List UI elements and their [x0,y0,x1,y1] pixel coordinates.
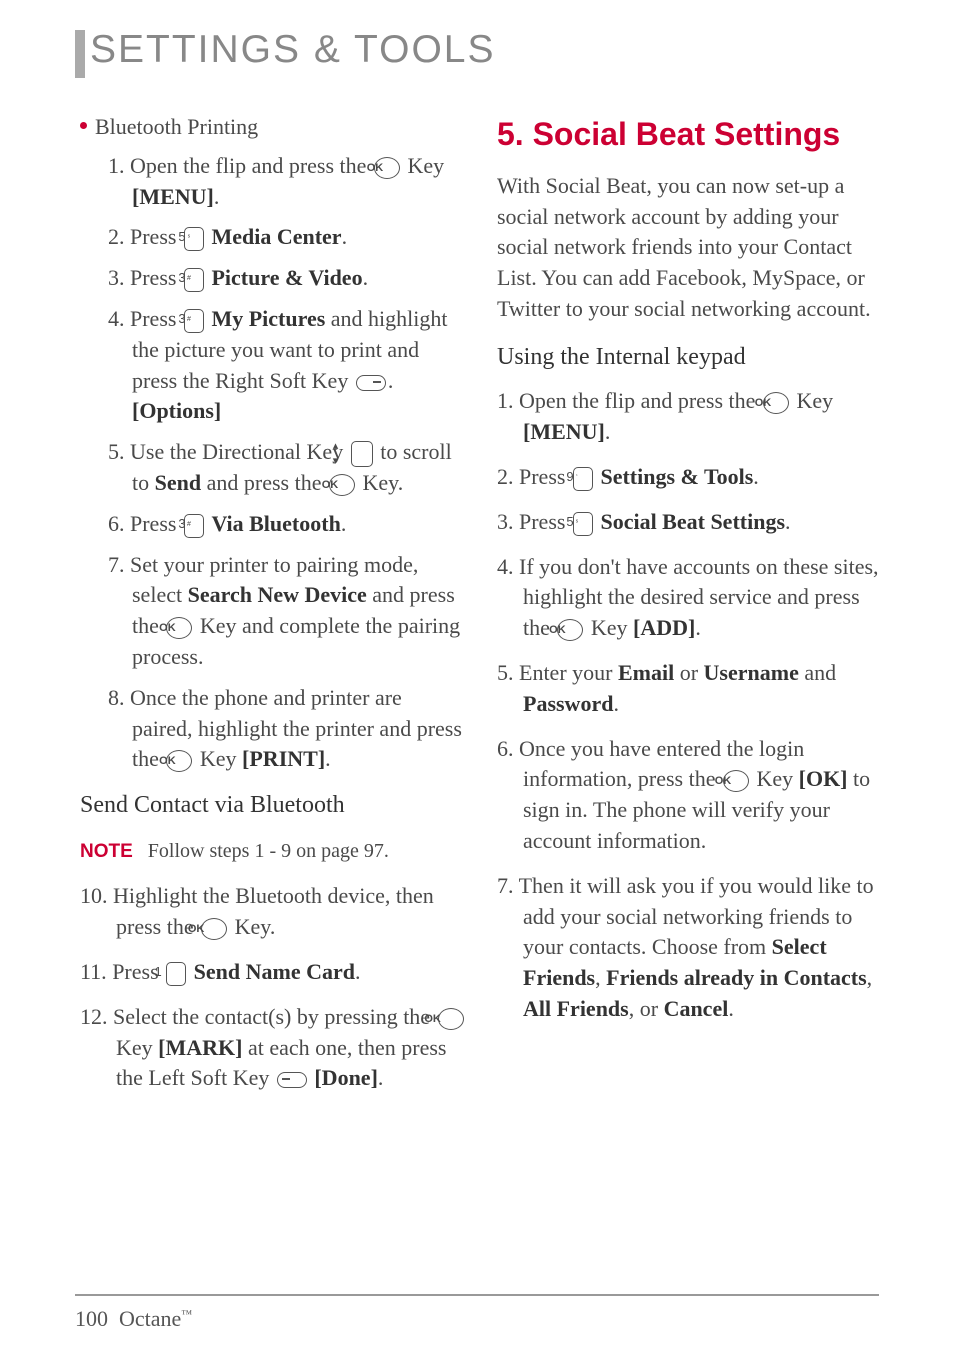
ok-key-icon: OK [557,619,583,641]
step-item: 6. Once you have entered the login infor… [497,734,884,857]
ok-key-icon: OK [166,617,192,639]
footer: 100 Octane™ [75,1306,192,1332]
page-number: 100 [75,1306,108,1331]
subhead-send-contact: Send Contact via Bluetooth [80,789,467,823]
bullet-bluetooth-printing: Bluetooth Printing [80,112,467,143]
step-number: 3. [108,265,130,290]
content-columns: Bluetooth Printing 1. Open the flip and … [70,112,884,1108]
keypad-1-icon: 1 [166,962,186,986]
keypad-3-icon: 3# [184,309,204,333]
step-number: 5. [497,660,519,685]
step-number: 10. [80,883,113,908]
step-number: 7. [497,873,519,898]
step-item: 4. If you don't have accounts on these s… [497,552,884,644]
step-number: 6. [108,511,130,536]
trademark-icon: ™ [181,1309,192,1321]
ok-key-icon: OK [763,392,789,414]
step-item: 8. Once the phone and printer are paired… [108,683,467,775]
left-steps2-list: 10. Highlight the Bluetooth device, then… [80,881,467,1094]
step-item: 3. Press 3# Picture & Video. [108,263,467,294]
ok-key-icon: OK [166,750,192,772]
note-label: NOTE [80,841,133,862]
step-item: 2. Press 9‘ Settings & Tools. [497,462,884,493]
step-number: 4. [497,554,519,579]
step-item: 2. Press 5ˢ Media Center. [108,222,467,253]
step-item: 1. Open the flip and press the OK Key [M… [497,386,884,448]
page-title: SETTINGS & TOOLS [90,28,884,72]
ok-key-icon: OK [201,918,227,940]
step-number: 8. [108,685,130,710]
step-number: 1. [108,153,130,178]
bullet-title: Bluetooth Printing [95,112,258,143]
header-accent-bar [75,30,85,78]
bullet-dot-icon [80,122,87,129]
right-steps-list: 1. Open the flip and press the OK Key [M… [497,386,884,1024]
step-item: 6. Press 3# Via Bluetooth. [108,509,467,540]
step-item: 11. Press 1 Send Name Card. [80,957,467,988]
step-number: 11. [80,959,112,984]
step-number: 7. [108,552,130,577]
step-item: 4. Press 3# My Pictures and highlight th… [108,304,467,427]
step-item: 7. Set your printer to pairing mode, sel… [108,550,467,673]
step-number: 2. [108,224,130,249]
keypad-3-icon: 3# [184,514,204,538]
left-steps-list: 1. Open the flip and press the OK Key [M… [80,151,467,775]
left-column: Bluetooth Printing 1. Open the flip and … [70,112,467,1108]
step-number: 5. [108,439,130,464]
keypad-5-icon: 5ˢ [184,227,204,251]
right-column: 5. Social Beat Settings With Social Beat… [497,112,884,1108]
step-number: 3. [497,509,519,534]
footer-divider [75,1294,879,1296]
directional-key-icon [351,441,373,467]
ok-key-icon: OK [723,770,749,792]
model-name: Octane [119,1306,181,1331]
soft-key-left-icon [277,1072,307,1088]
keypad-9-icon: 9‘ [573,467,593,491]
step-item: 3. Press 5ˢ Social Beat Settings. [497,507,884,538]
ok-key-icon: OK [374,157,400,179]
section-heading-social-beat: 5. Social Beat Settings [497,112,884,157]
step-item: 5. Enter your Email or Username and Pass… [497,658,884,720]
step-item: 12. Select the contact(s) by pressing th… [80,1002,467,1094]
note-row: NOTE Follow steps 1 - 9 on page 97. [80,837,467,866]
step-number: 12. [80,1004,113,1029]
step-number: 2. [497,464,519,489]
step-item: 10. Highlight the Bluetooth device, then… [80,881,467,943]
keypad-3-icon: 3# [184,268,204,292]
keypad-5-icon: 5ˢ [573,512,593,536]
ok-key-icon: OK [329,474,355,496]
ok-key-icon: OK [438,1008,464,1030]
step-number: 1. [497,388,519,413]
step-item: 7. Then it will ask you if you would lik… [497,871,884,1025]
subheading-keypad: Using the Internal keypad [497,341,884,375]
step-item: 1. Open the flip and press the OK Key [M… [108,151,467,213]
step-number: 6. [497,736,519,761]
intro-paragraph: With Social Beat, you can now set-up a s… [497,171,884,325]
soft-key-icon [356,375,386,391]
step-item: 5. Use the Directional Key to scroll to … [108,437,467,499]
note-text: Follow steps 1 - 9 on page 97. [148,840,389,862]
step-number: 4. [108,306,130,331]
